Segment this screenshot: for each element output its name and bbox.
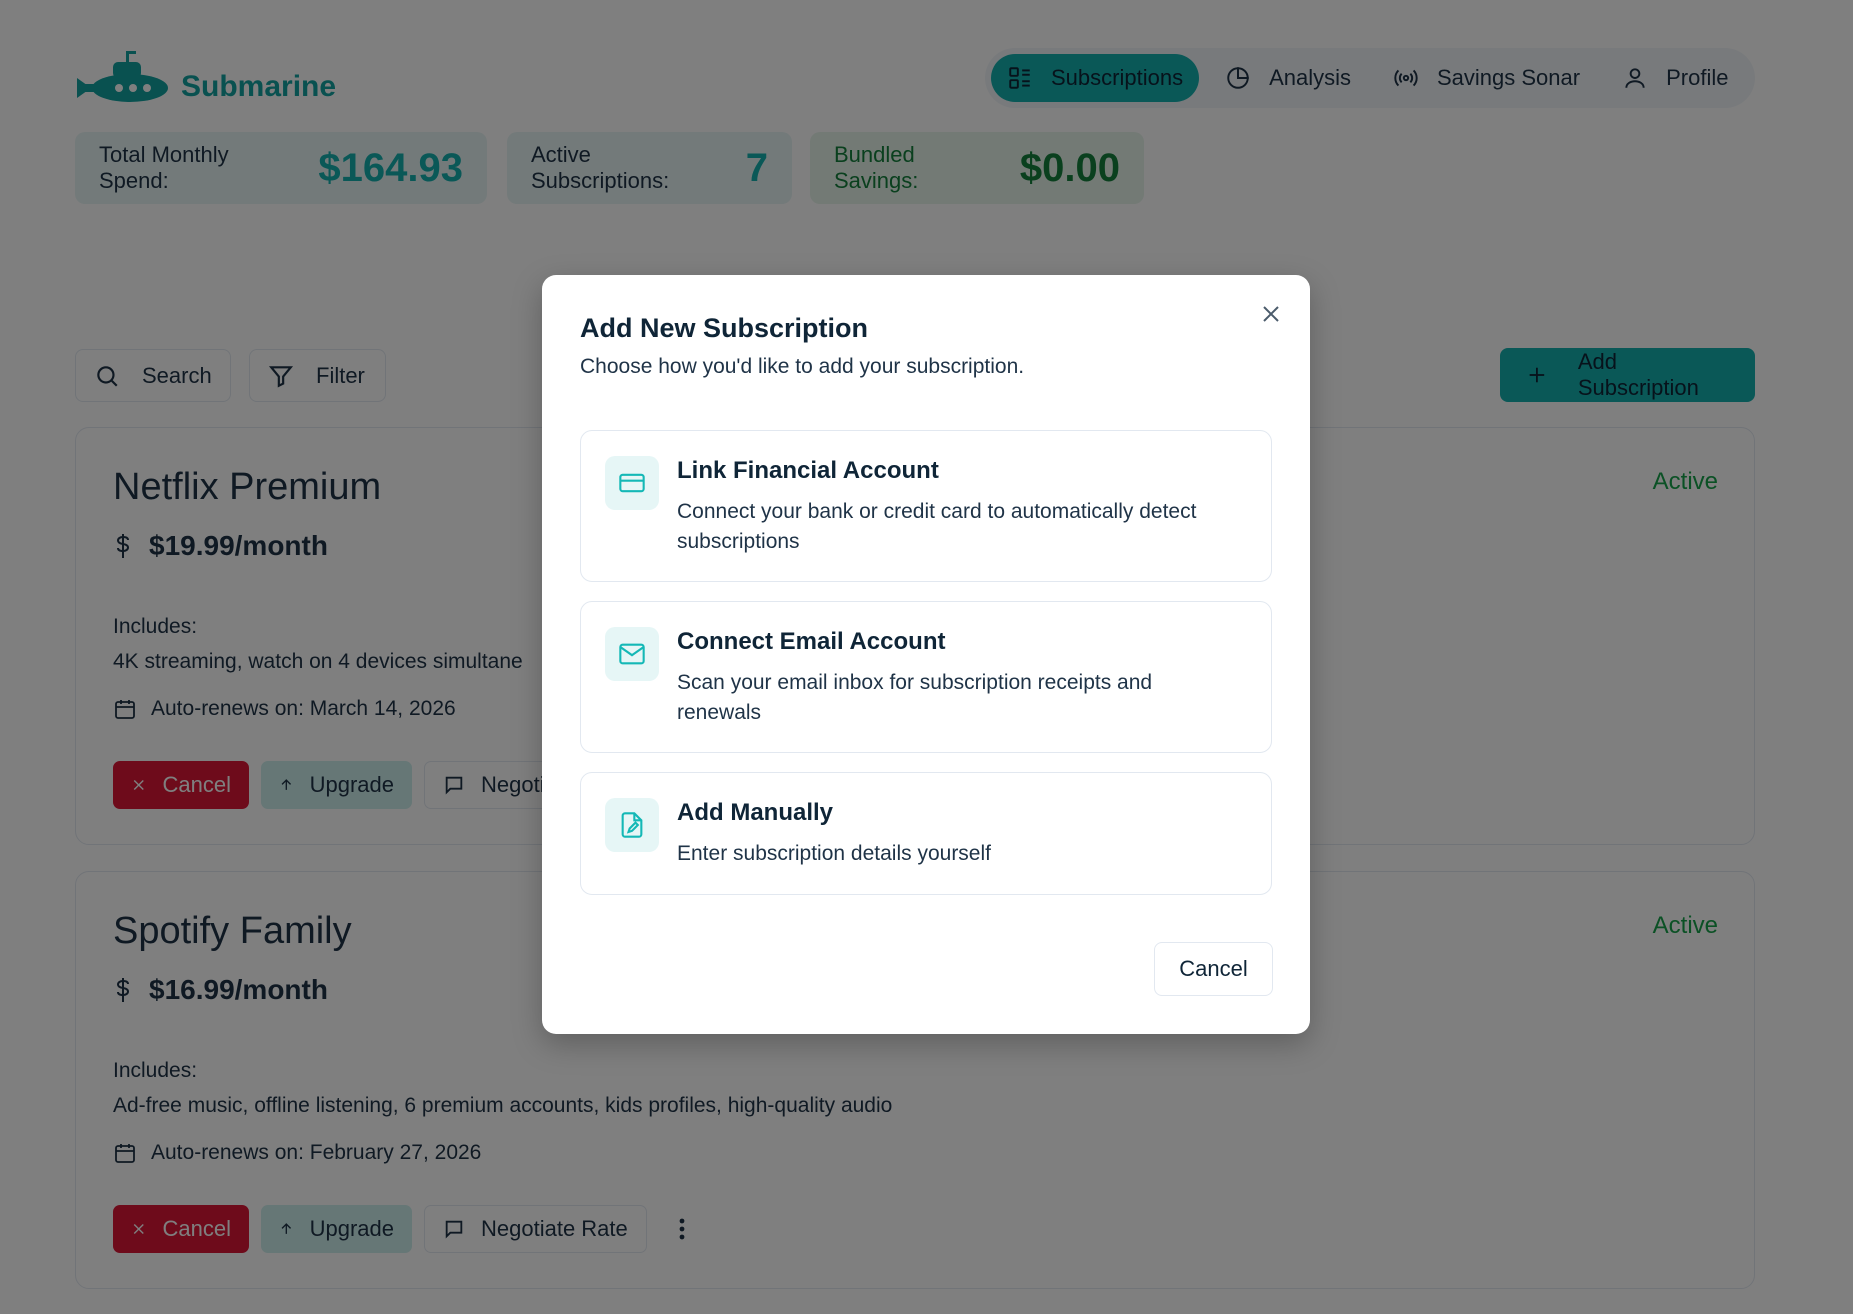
close-modal-button[interactable] (1256, 299, 1286, 329)
page: Submarine Subscriptions Analysis Savings… (0, 0, 1853, 1314)
option-title: Add Manually (677, 799, 834, 826)
option-description: Scan your email inbox for subscription r… (677, 671, 1153, 724)
option-title: Connect Email Account (677, 628, 946, 655)
credit-card-icon (605, 456, 659, 510)
add-subscription-modal: Add New Subscription Choose how you'd li… (542, 275, 1310, 1034)
option-title: Link Financial Account (677, 457, 939, 484)
modal-cancel-button[interactable]: Cancel (1154, 942, 1273, 996)
option-link-financial-account[interactable]: Link Financial Account Connect your bank… (580, 430, 1272, 582)
close-icon (1263, 306, 1279, 322)
option-add-manually[interactable]: Add Manually Enter subscription details … (580, 772, 1272, 895)
option-connect-email-account[interactable]: Connect Email Account Scan your email in… (580, 601, 1272, 753)
modal-title: Add New Subscription (580, 313, 869, 343)
option-description: Enter subscription details yourself (677, 842, 991, 865)
modal-subtitle: Choose how you'd like to add your subscr… (580, 355, 1025, 378)
mail-icon (605, 627, 659, 681)
option-description: Connect your bank or credit card to auto… (677, 500, 1197, 553)
file-edit-icon (605, 798, 659, 852)
